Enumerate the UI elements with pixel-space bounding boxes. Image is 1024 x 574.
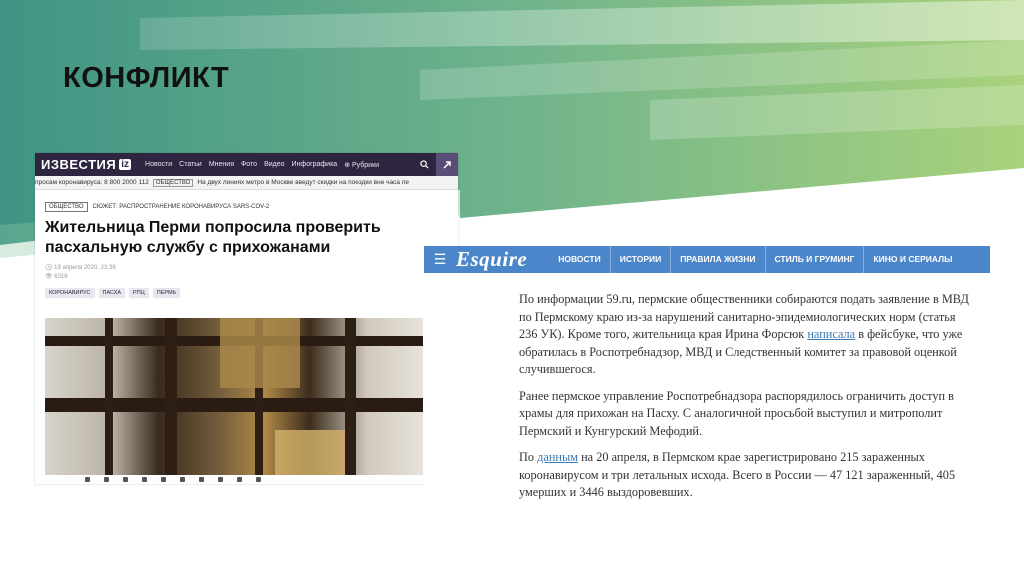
esquire-nav-item[interactable]: КИНО И СЕРИАЛЫ xyxy=(863,246,961,273)
article-meta: 🕓 19 апреля 2020, 23:39 👁 6318 xyxy=(45,264,448,282)
esquire-menu: НОВОСТИ ИСТОРИИ ПРАВИЛА ЖИЗНИ СТИЛЬ И ГР… xyxy=(549,246,961,273)
article-photo xyxy=(45,318,423,475)
article-link[interactable]: написала xyxy=(807,327,855,341)
article-paragraph: По информации 59.ru, пермские общественн… xyxy=(519,292,969,376)
article-tags: КОРОНАВИРУС ПАСХА РПЦ ПЕРМЬ xyxy=(45,288,448,298)
article-tag[interactable]: КОРОНАВИРУС xyxy=(45,288,95,298)
izvestia-logo-badge: iz xyxy=(119,159,132,170)
slide-title: КОНФЛИКТ xyxy=(63,62,230,94)
menu-icon[interactable]: ☰ xyxy=(424,251,456,268)
izvestia-nav-item[interactable]: Статьи xyxy=(179,161,202,169)
izvestia-logo[interactable]: ИЗВЕСТИЯ xyxy=(41,157,116,172)
esquire-nav-item[interactable]: НОВОСТИ xyxy=(549,246,610,273)
article-views: 👁 6318 xyxy=(45,274,68,280)
article-link[interactable]: данным xyxy=(537,450,578,464)
esquire-navbar: ☰ Esquire НОВОСТИ ИСТОРИИ ПРАВИЛА ЖИЗНИ … xyxy=(424,246,990,273)
ticker-tag[interactable]: ОБЩЕСТВО xyxy=(152,178,194,187)
article-tag[interactable]: ПАСХА xyxy=(98,288,126,298)
share-icon[interactable] xyxy=(436,153,458,176)
izvestia-article: ОБЩЕСТВО СЮЖЕТ: РАСПРОСТРАНЕНИЕ КОРОНАВИ… xyxy=(35,190,458,298)
rubric-chip[interactable]: ОБЩЕСТВО xyxy=(45,202,88,212)
izvestia-nav-item[interactable]: Инфографика xyxy=(292,161,338,169)
article-paragraph: По данным на 20 апреля, в Пермском крае … xyxy=(519,450,956,499)
article-tag[interactable]: РПЦ xyxy=(129,288,149,298)
izvestia-nav-item[interactable]: ⊕ Рубрики xyxy=(344,161,379,169)
search-icon[interactable] xyxy=(412,153,436,176)
article-paragraph: Ранее пермское управление Роспотребнадзо… xyxy=(519,388,954,438)
izvestia-menu: Новости Статьи Мнения Фото Видео Инфогра… xyxy=(145,161,379,169)
izvestia-screenshot: ИЗВЕСТИЯ iz Новости Статьи Мнения Фото В… xyxy=(35,153,458,484)
izvestia-nav-item[interactable]: Мнения xyxy=(209,161,234,169)
izvestia-nav-item[interactable]: Видео xyxy=(264,161,284,169)
izvestia-ticker: просам коронавируса: 8 800 2000 112 ОБЩЕ… xyxy=(35,176,458,190)
article-date: 🕓 19 апреля 2020, 23:39 xyxy=(45,265,116,271)
esquire-nav-item[interactable]: ПРАВИЛА ЖИЗНИ xyxy=(670,246,764,273)
article-rubric: ОБЩЕСТВО СЮЖЕТ: РАСПРОСТРАНЕНИЕ КОРОНАВИ… xyxy=(45,202,448,212)
article-headline: Жительница Перми попросила проверить пас… xyxy=(45,219,381,256)
izvestia-nav-item[interactable]: Фото xyxy=(241,161,257,169)
ticker-hotline: просам коронавируса: 8 800 2000 112 xyxy=(35,179,149,186)
article-tag[interactable]: ПЕРМЬ xyxy=(152,288,181,298)
izvestia-nav-item[interactable]: Новости xyxy=(145,161,172,169)
esquire-nav-item[interactable]: СТИЛЬ И ГРУМИНГ xyxy=(764,246,864,273)
ticker-news[interactable]: На двух линиях метро в Москве введут ски… xyxy=(197,179,409,186)
esquire-logo[interactable]: Esquire xyxy=(456,247,527,272)
esquire-article-body: По информации 59.ru, пермские общественн… xyxy=(519,291,974,504)
esquire-nav-item[interactable]: ИСТОРИИ xyxy=(609,246,671,273)
rubric-story[interactable]: СЮЖЕТ: РАСПРОСТРАНЕНИЕ КОРОНАВИРУСА SARS… xyxy=(93,204,270,210)
izvestia-navbar: ИЗВЕСТИЯ iz Новости Статьи Мнения Фото В… xyxy=(35,153,458,176)
esquire-screenshot: ☰ Esquire НОВОСТИ ИСТОРИИ ПРАВИЛА ЖИЗНИ … xyxy=(424,246,990,504)
photo-social-strip xyxy=(45,475,458,484)
